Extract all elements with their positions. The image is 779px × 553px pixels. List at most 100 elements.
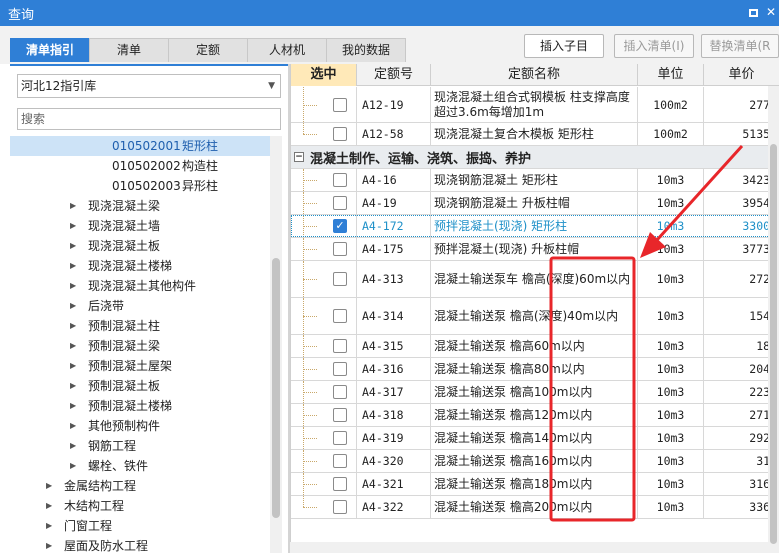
grid-scrollbar-thumb[interactable] [770,144,777,544]
tree-item[interactable]: ▶ 现浇混凝土其他构件 [10,276,270,296]
table-row-selected[interactable]: ✓ A4-172 预拌混凝土(现浇) 矩形柱 10m3 3300. [291,215,779,238]
chevron-right-icon[interactable]: ▶ [70,436,80,456]
table-row[interactable]: A4-16 现浇钢筋混凝土 矩形柱 10m3 3423. [291,169,779,192]
tree-item[interactable]: ▶ 其他预制构件 [10,416,270,436]
tree-item-010502003[interactable]: 010502003 异形柱 [10,176,270,196]
tree-item-010502001[interactable]: 010502001 矩形柱 [10,136,270,156]
row-code: A4-175 [357,238,431,260]
chevron-right-icon[interactable]: ▶ [70,256,80,276]
row-checkbox-checked[interactable]: ✓ [333,219,347,233]
tree-item[interactable]: ▶ 预制混凝土楼梯 [10,396,270,416]
header-unit[interactable]: 单位 [638,64,704,86]
chevron-right-icon[interactable]: ▶ [70,336,80,356]
tree-item[interactable]: ▶ 预制混凝土梁 [10,336,270,356]
chevron-right-icon[interactable]: ▶ [70,396,80,416]
tree-item[interactable]: ▶ 木结构工程 [10,496,270,516]
grid-vertical-scrollbar[interactable] [768,86,779,553]
maximize-icon[interactable] [744,3,762,21]
row-unit: 10m3 [638,450,704,472]
tree-item[interactable]: ▶ 现浇混凝土墙 [10,216,270,236]
chevron-right-icon[interactable]: ▶ [70,416,80,436]
row-checkbox[interactable] [333,454,347,468]
tab-list-guide[interactable]: 清单指引 [10,38,90,62]
row-checkbox[interactable] [333,385,347,399]
tree-scrollbar[interactable] [270,136,282,553]
insert-child-button[interactable]: 插入子目 [524,34,604,58]
tree-item[interactable]: ▶ 门窗工程 [10,516,270,536]
table-row[interactable]: A12-58 现浇混凝土复合木模板 矩形柱 100m2 5135. [291,123,779,146]
tree-item-010502002[interactable]: 010502002 构造柱 [10,156,270,176]
table-row[interactable]: A4-317 混凝土输送泵 檐高100m以内 10m3 223. [291,381,779,404]
row-checkbox[interactable] [333,339,347,353]
library-select[interactable]: 河北12指引库 ▼ [17,74,281,98]
chevron-right-icon[interactable]: ▶ [70,316,80,336]
tree-item[interactable]: ▶ 后浇带 [10,296,270,316]
chevron-right-icon[interactable]: ▶ [46,516,56,536]
table-row[interactable]: A4-320 混凝土输送泵 檐高160m以内 10m3 313 [291,450,779,473]
chevron-right-icon[interactable]: ▶ [46,476,56,496]
row-checkbox[interactable] [333,477,347,491]
row-checkbox[interactable] [333,173,347,187]
chevron-right-icon[interactable]: ▶ [70,216,80,236]
row-checkbox[interactable] [333,362,347,376]
row-checkbox[interactable] [333,500,347,514]
table-row[interactable]: A4-175 预拌混凝土(现浇) 升板柱帽 10m3 3773. [291,238,779,261]
grid-horizontal-scrollbar[interactable] [290,542,768,553]
chevron-right-icon[interactable]: ▶ [70,456,80,476]
tree-item[interactable]: ▶ 屋面及防水工程 [10,536,270,553]
header-name[interactable]: 定额名称 [431,64,638,86]
tree-item[interactable]: ▶ 预制混凝土柱 [10,316,270,336]
tree-item[interactable]: ▶ 预制混凝土屋架 [10,356,270,376]
chevron-right-icon[interactable]: ▶ [70,236,80,256]
tree-item[interactable]: ▶ 现浇混凝土楼梯 [10,256,270,276]
chevron-right-icon[interactable]: ▶ [70,276,80,296]
row-checkbox[interactable] [333,408,347,422]
header-select[interactable]: 选中 [291,64,357,86]
insert-list-button[interactable]: 插入清单(I) [614,34,694,58]
table-row[interactable]: A4-319 混凝土输送泵 檐高140m以内 10m3 292. [291,427,779,450]
row-code: A4-318 [357,404,431,426]
select-cell [291,335,357,357]
tab-my-data[interactable]: 我的数据 [326,38,406,62]
chevron-right-icon[interactable]: ▶ [70,356,80,376]
table-row[interactable]: A4-314 混凝土输送泵 檐高(深度)40m以内 10m3 154. [291,298,779,335]
header-price[interactable]: 单价 [704,64,779,86]
table-row[interactable]: A4-313 混凝土输送泵车 檐高(深度)60m以内 10m3 272. [291,261,779,298]
table-row[interactable]: A4-316 混凝土输送泵 檐高80m以内 10m3 204. [291,358,779,381]
search-input[interactable] [17,108,281,130]
chevron-right-icon[interactable]: ▶ [70,196,80,216]
replace-list-button[interactable]: 替换清单(R [701,34,779,58]
table-row[interactable]: A4-321 混凝土输送泵 檐高180m以内 10m3 316. [291,473,779,496]
header-code[interactable]: 定额号 [357,64,431,86]
close-icon[interactable]: ✕ [762,3,779,21]
row-checkbox[interactable] [333,97,347,112]
tree-item[interactable]: ▶ 现浇混凝土板 [10,236,270,256]
chevron-right-icon[interactable]: ▶ [70,296,80,316]
row-name: 现浇混凝土复合木模板 矩形柱 [431,123,638,145]
row-checkbox[interactable] [333,242,347,256]
table-row[interactable]: A4-19 现浇钢筋混凝土 升板柱帽 10m3 3954. [291,192,779,215]
table-row[interactable]: A4-315 混凝土输送泵 檐高60m以内 10m3 185 [291,335,779,358]
row-checkbox[interactable] [333,127,347,141]
chevron-right-icon[interactable]: ▶ [70,376,80,396]
collapse-icon[interactable]: − [294,152,304,162]
group-row[interactable]: − 混凝土制作、运输、浇筑、振捣、养护 [291,146,779,169]
row-checkbox[interactable] [333,309,347,323]
row-checkbox[interactable] [333,431,347,445]
tree-item[interactable]: ▶ 钢筋工程 [10,436,270,456]
chevron-right-icon[interactable]: ▶ [46,496,56,516]
table-row[interactable]: A4-322 混凝土输送泵 檐高200m以内 10m3 336. [291,496,779,519]
tab-labor-material-machine[interactable]: 人材机 [247,38,327,62]
tree-scrollbar-thumb[interactable] [272,258,280,518]
tree-item[interactable]: ▶ 现浇混凝土梁 [10,196,270,216]
tab-list[interactable]: 清单 [89,38,169,62]
tree-item[interactable]: ▶ 预制混凝土板 [10,376,270,396]
row-checkbox[interactable] [333,196,347,210]
tree-item[interactable]: ▶ 螺栓、铁件 [10,456,270,476]
table-row[interactable]: A12-19 现浇混凝土组合式钢模板 柱支撑高度超过3.6m每增加1m 100m… [291,87,779,123]
tree-item[interactable]: ▶ 金属结构工程 [10,476,270,496]
table-row[interactable]: A4-318 混凝土输送泵 檐高120m以内 10m3 271. [291,404,779,427]
row-checkbox[interactable] [333,272,347,286]
tab-quota[interactable]: 定额 [168,38,248,62]
chevron-right-icon[interactable]: ▶ [46,536,56,553]
